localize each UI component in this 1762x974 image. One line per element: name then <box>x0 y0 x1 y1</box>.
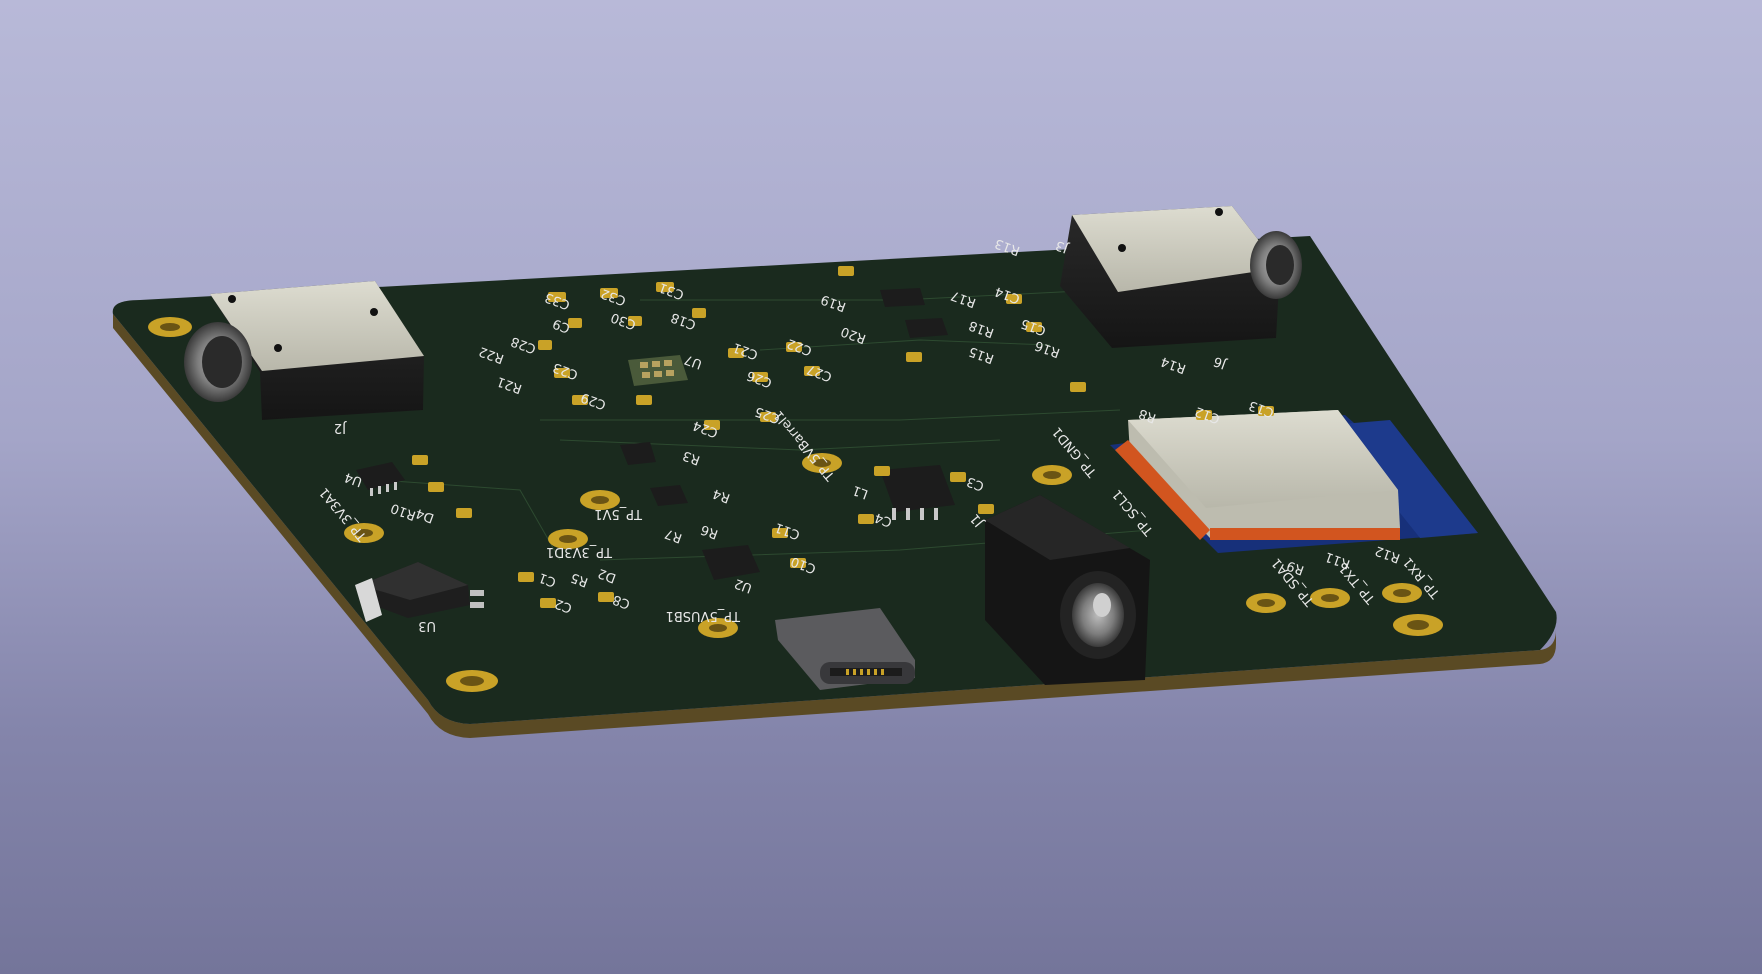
3d-viewport[interactable]: J2 U4 R10 D4 TP_3V3A1 U3 C1 C2 R5 D2 C8 … <box>0 0 1762 974</box>
label-tp-5v1: TP_5V1 <box>594 506 643 521</box>
label-tp-5vusb1: TP_5VUSB1 <box>666 608 741 623</box>
label-u3: U3 <box>418 618 436 633</box>
label-tp-3v3d1: TP_3V3D1 <box>546 544 613 559</box>
label-j2: J2 <box>334 420 347 435</box>
audio-jack-right <box>1060 206 1302 348</box>
audio-jack-j2 <box>184 281 424 420</box>
pcb-3d-scene: J2 U4 R10 D4 TP_3V3A1 U3 C1 C2 R5 D2 C8 … <box>112 206 1557 738</box>
